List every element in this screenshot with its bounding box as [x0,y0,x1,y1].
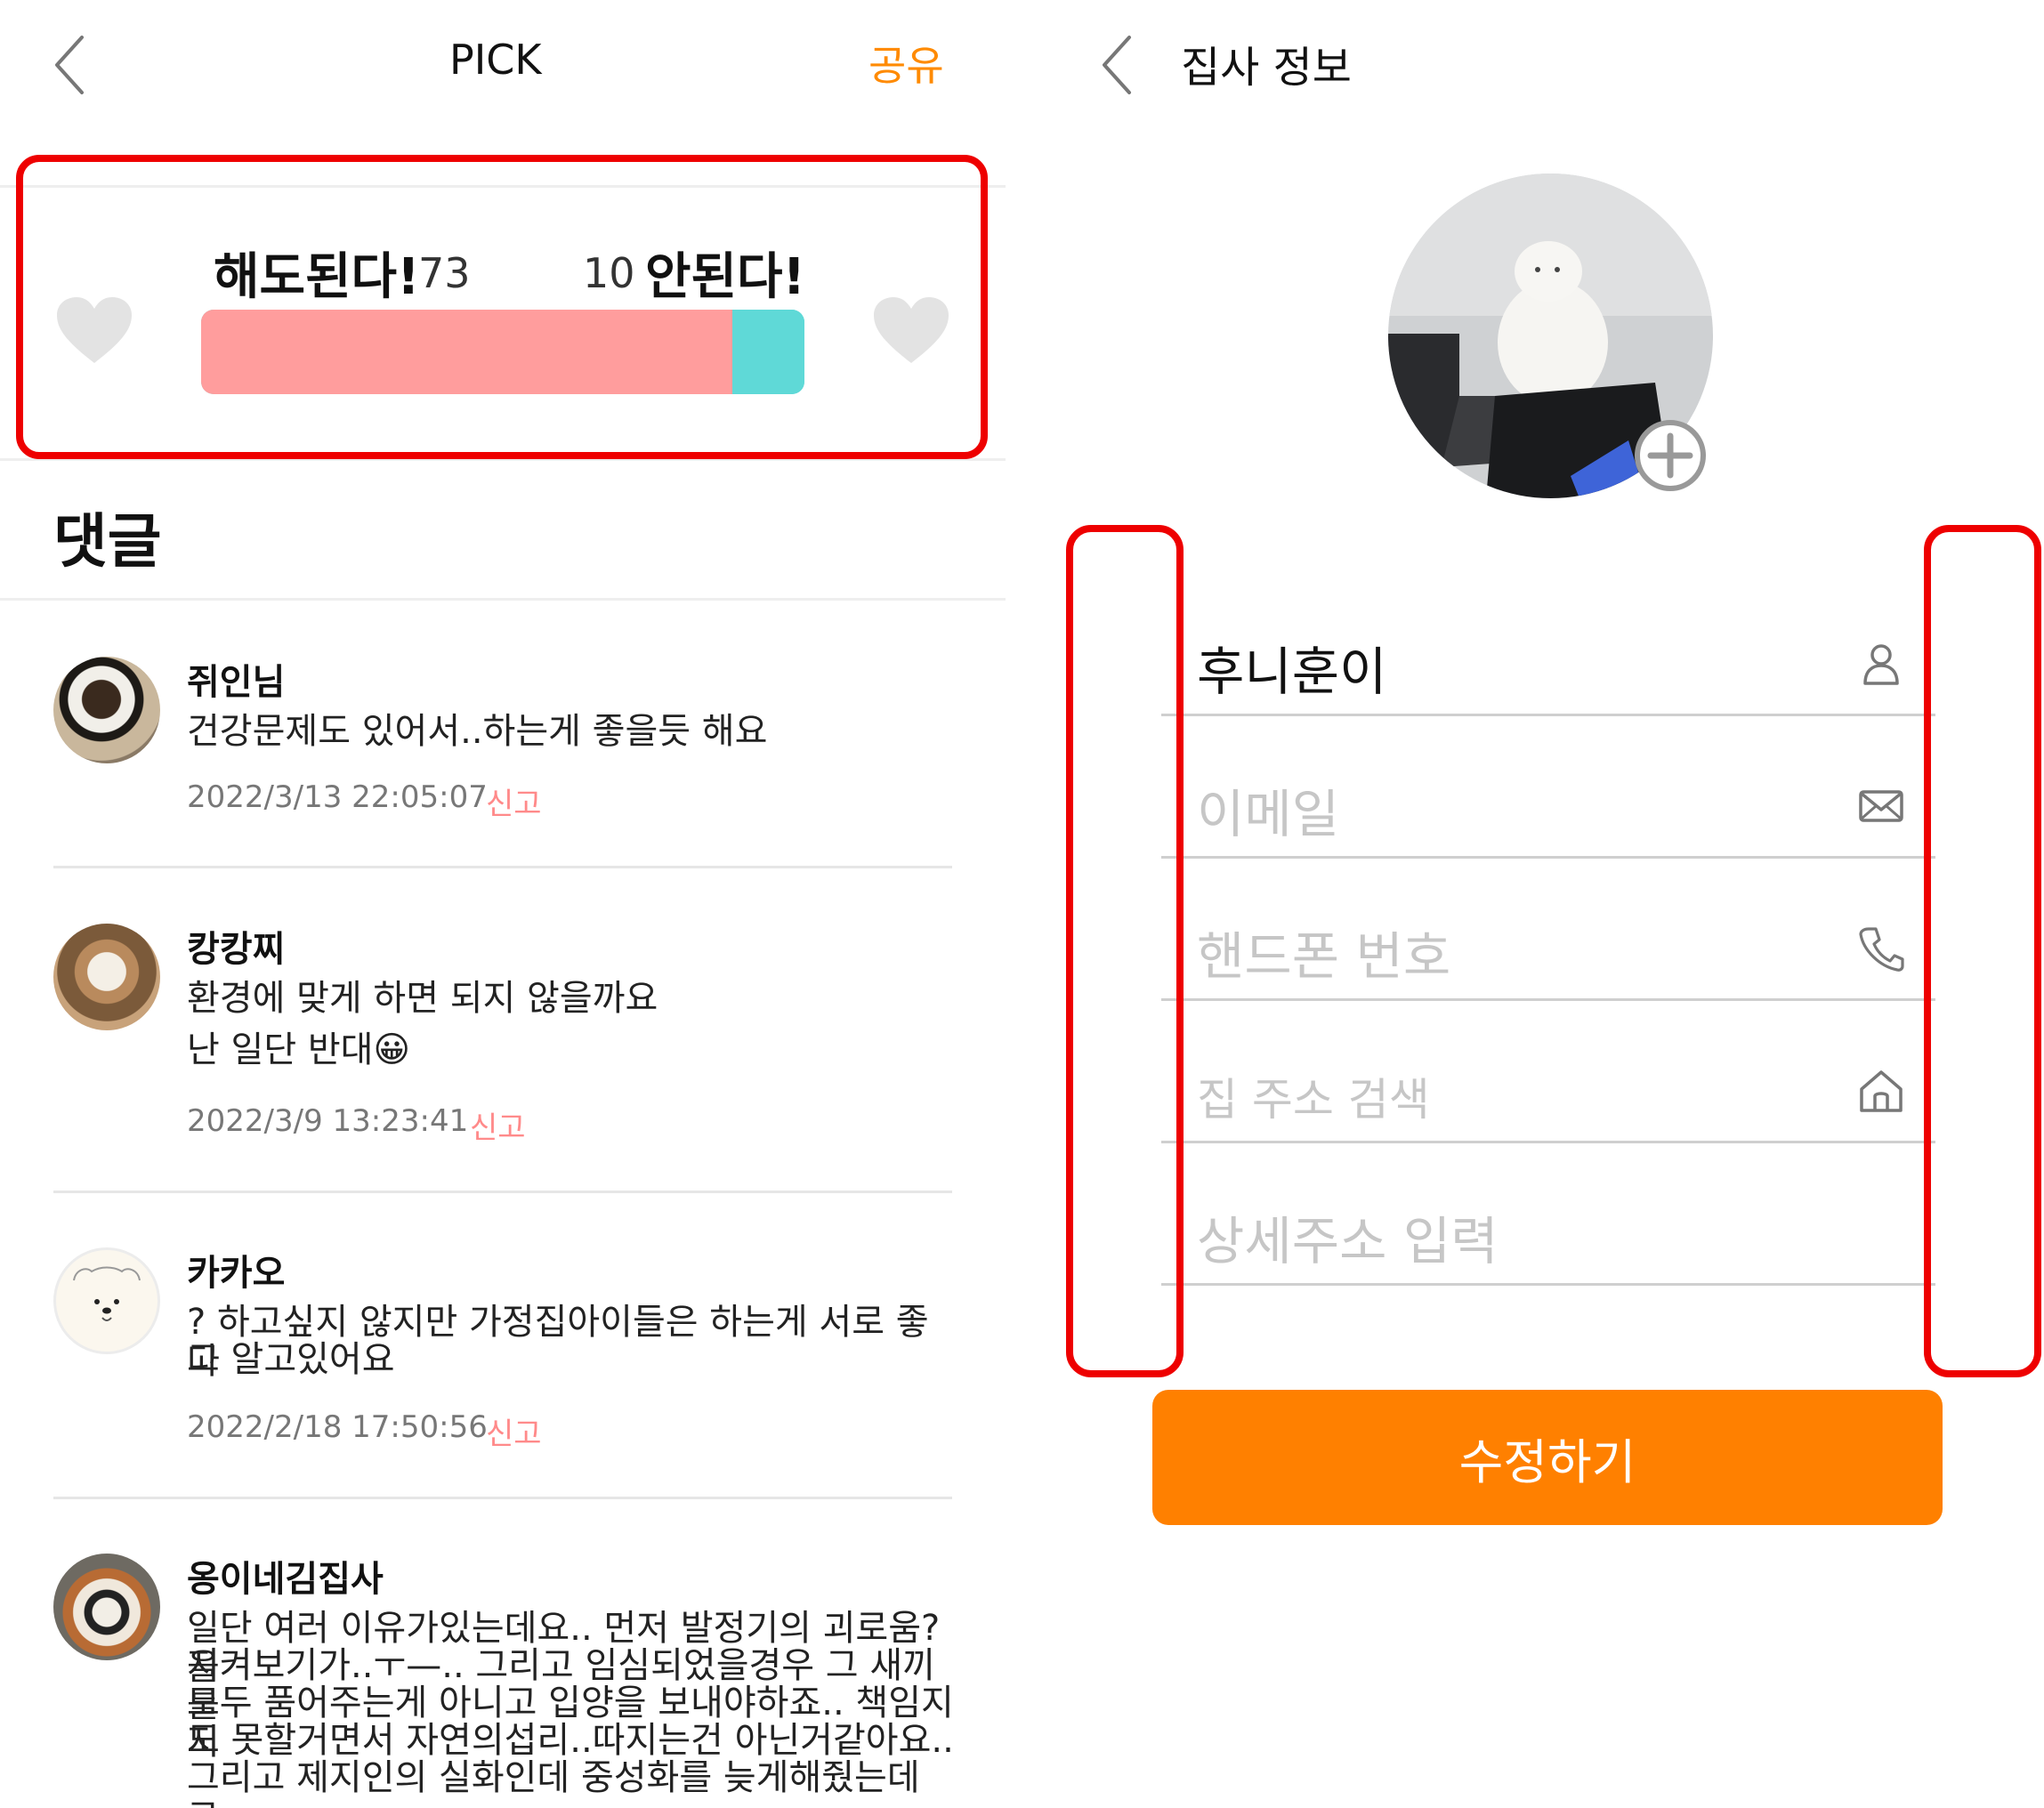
comment-text: 난 일단 반대😀 [187,1029,411,1070]
comment-divider [53,866,952,868]
person-icon [1863,644,1899,685]
phone-field[interactable]: 핸드폰 번호 [1197,915,1450,989]
highlight-box-vote [16,155,988,459]
phone-icon [1859,927,1904,972]
back-chevron-icon[interactable] [1099,34,1135,96]
page-title: 집사 정보 [1181,43,1352,93]
nickname-underline [1161,714,1935,716]
share-button[interactable]: 공유 [868,34,944,93]
polar-bear-icon [73,1266,141,1321]
comment-author[interactable]: 카카오 [187,1244,285,1295]
submit-edit-button[interactable]: 수정하기 [1152,1390,1943,1525]
highlight-box-left-margin [1066,525,1184,1377]
avatar[interactable] [53,1247,160,1354]
address-detail-field[interactable]: 상세주소 입력 [1197,1199,1499,1274]
owner-info-screen: 집사 정보 후니훈이 이메일 핸드폰 번호 집 주소 검색 상세주소 입력 수정… [1046,0,2044,1808]
highlight-box-right-margin [1924,525,2041,1377]
comment-author[interactable]: 옹이네김집사 [187,1550,384,1602]
nickname-field[interactable]: 후니훈이 [1197,630,1386,705]
avatar[interactable] [53,657,160,763]
comment-text: 환경에 맞게 하면 되지 않을까요 [187,978,658,1019]
mail-icon [1859,790,1903,822]
home-icon[interactable] [1858,1068,1904,1114]
address-search-field[interactable]: 집 주소 검색 [1197,1064,1430,1128]
comment-timestamp: 2022/3/9 13:23:41 [187,1103,469,1139]
comment-author[interactable]: 캉캉찌 [187,920,285,972]
report-link[interactable]: 신고 [486,1409,542,1453]
comments-title: 댓글 [53,507,162,576]
address-detail-underline [1161,1283,1935,1286]
avatar[interactable] [53,1554,160,1660]
comment-timestamp: 2022/3/13 22:05:07 [187,779,488,815]
comment-text: 그리고 제지인의 실화인데 중성화를 늦게해줬는데 그 [187,1757,920,1808]
pick-screen: PICK 공유 해도된다! 73 10 안된다! 댓글 쥐인님 건강문제도 있어… [0,0,1006,1808]
report-link[interactable]: 신고 [486,779,542,823]
report-link[interactable]: 신고 [470,1103,526,1147]
comment-text: 도 못할거면서 자연의섭리..따지는건 아닌거같아요.. [187,1720,954,1761]
comment-text: 건강문제도 있어서..하는게 좋을듯 해요 [187,711,768,752]
back-chevron-icon[interactable] [52,34,87,96]
comments-header-divider [0,598,1006,601]
comment-author[interactable]: 쥐인님 [187,653,285,705]
add-photo-icon[interactable] [1633,418,1708,493]
address-underline [1161,1141,1935,1143]
comment-divider [53,1497,952,1499]
email-field[interactable]: 이메일 [1197,772,1339,847]
comment-text: 고 알고있어요 [187,1339,395,1380]
email-underline [1161,856,1935,859]
page-title: PICK [449,36,542,84]
phone-underline [1161,998,1935,1001]
comment-divider [53,1191,952,1193]
avatar[interactable] [53,924,160,1030]
comment-timestamp: 2022/2/18 17:50:56 [187,1409,488,1445]
